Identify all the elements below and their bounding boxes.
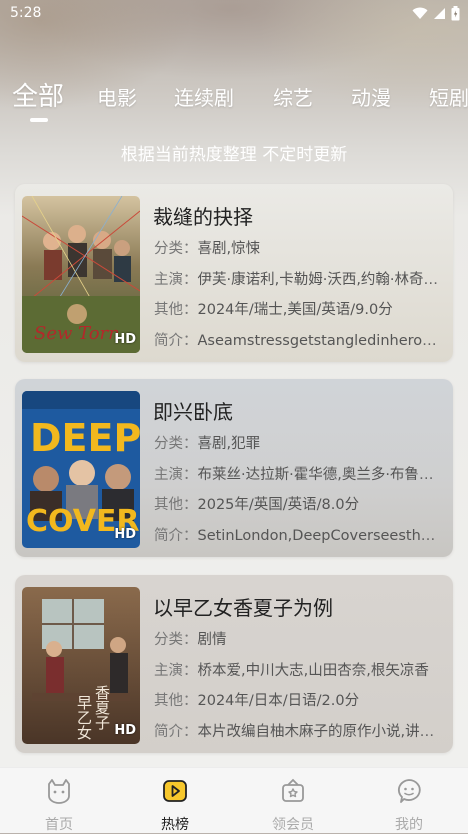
movie-other-info: 其他：2024年/日本/日语/2.0分 bbox=[154, 693, 360, 709]
nav-profile[interactable]: 我的 bbox=[369, 776, 449, 834]
movie-title: 以早乙女香夏子为例 bbox=[153, 596, 333, 620]
profile-icon bbox=[397, 779, 421, 803]
nav-profile-label: 我的 bbox=[395, 817, 423, 833]
movie-summary: 简介：SetinLondon,DeepCoverseesthreeimprov bbox=[154, 528, 439, 544]
vip-icon bbox=[282, 778, 304, 802]
movie-poster[interactable]: Sew Torn HD bbox=[22, 196, 140, 353]
bottom-navigation: 首页 热榜 领会员 我的 bbox=[0, 767, 468, 833]
nav-home-label: 首页 bbox=[45, 817, 73, 833]
movie-summary: 简介：本片改编自柚木麻子的原作小说,讲述了 bbox=[154, 724, 439, 740]
tab-movies[interactable]: 电影 bbox=[97, 78, 137, 118]
movie-other-info: 其他：2025年/英国/英语/8.0分 bbox=[154, 497, 360, 513]
movie-card[interactable]: Sew Torn HD 裁缝的抉择 分类：喜剧,惊悚 主演：伊芙·康诺利,卡勒姆… bbox=[15, 184, 453, 362]
category-tabs: 全部 电影 连续剧 综艺 动漫 短剧 bbox=[0, 78, 468, 126]
movie-cast: 主演：桥本爱,中川大志,山田杏奈,根矢凉香 bbox=[154, 663, 429, 679]
movie-category: 分类：剧情 bbox=[154, 632, 227, 648]
movie-other-info: 其他：2024年/瑞士,美国/英语/9.0分 bbox=[154, 302, 393, 318]
nav-vip[interactable]: 领会员 bbox=[253, 776, 333, 834]
hd-badge: HD bbox=[114, 332, 136, 347]
movie-cast: 主演：伊芙·康诺利,卡勒姆·沃西,约翰·林奇,伊恩·奥瑞利 bbox=[154, 272, 439, 288]
tab-series[interactable]: 连续剧 bbox=[174, 78, 234, 118]
movie-title: 即兴卧底 bbox=[153, 400, 233, 424]
movie-poster[interactable]: DEEP COVER HD bbox=[22, 391, 140, 548]
poster-title-text: Sew Torn bbox=[34, 323, 120, 344]
hd-badge: HD bbox=[114, 723, 136, 738]
status-time: 5:28 bbox=[10, 5, 42, 21]
wifi-icon bbox=[412, 7, 428, 19]
tab-variety[interactable]: 综艺 bbox=[273, 78, 313, 118]
movie-summary: 简介：Aseamstressgetstangledinherownweb bbox=[154, 333, 439, 349]
movie-card[interactable]: 早乙女 香夏子 HD 以早乙女香夏子为例 分类：剧情 主演：桥本爱,中川大志,山… bbox=[15, 575, 453, 753]
movie-title: 裁缝的抉择 bbox=[153, 205, 253, 229]
tab-short-drama[interactable]: 短剧 bbox=[429, 78, 468, 118]
svg-text:早乙女: 早乙女 bbox=[75, 695, 93, 740]
svg-text:DEEP: DEEP bbox=[30, 416, 140, 460]
active-tab-indicator bbox=[30, 118, 48, 122]
movie-category: 分类：喜剧,惊悚 bbox=[154, 241, 261, 257]
movie-category: 分类：喜剧,犯罪 bbox=[154, 436, 261, 452]
hot-list-icon bbox=[163, 780, 187, 802]
svg-text:香夏子: 香夏子 bbox=[93, 685, 111, 730]
nav-home[interactable]: 首页 bbox=[19, 776, 99, 834]
tab-all[interactable]: 全部 bbox=[12, 78, 64, 117]
movie-card[interactable]: DEEP COVER HD 即兴卧底 分类：喜剧,犯罪 主演：布莱丝·达拉斯·霍… bbox=[15, 379, 453, 557]
signal-icon bbox=[434, 7, 445, 19]
movie-cast: 主演：布莱丝·达拉斯·霍华德,奥兰多·布鲁姆,尼克·弗罗斯特 bbox=[154, 467, 439, 483]
ranking-subtitle: 根据当前热度整理 不定时更新 bbox=[120, 145, 348, 165]
movie-poster[interactable]: 早乙女 香夏子 HD bbox=[22, 587, 140, 744]
status-icons bbox=[412, 5, 460, 21]
status-bar: 5:28 bbox=[0, 0, 468, 28]
nav-hot-list-label: 热榜 bbox=[161, 817, 189, 833]
home-icon bbox=[48, 779, 70, 804]
battery-icon bbox=[451, 5, 460, 20]
tab-anime[interactable]: 动漫 bbox=[351, 78, 391, 118]
nav-hot-list[interactable]: 热榜 bbox=[135, 776, 215, 834]
hd-badge: HD bbox=[114, 527, 136, 542]
nav-vip-label: 领会员 bbox=[272, 817, 314, 833]
